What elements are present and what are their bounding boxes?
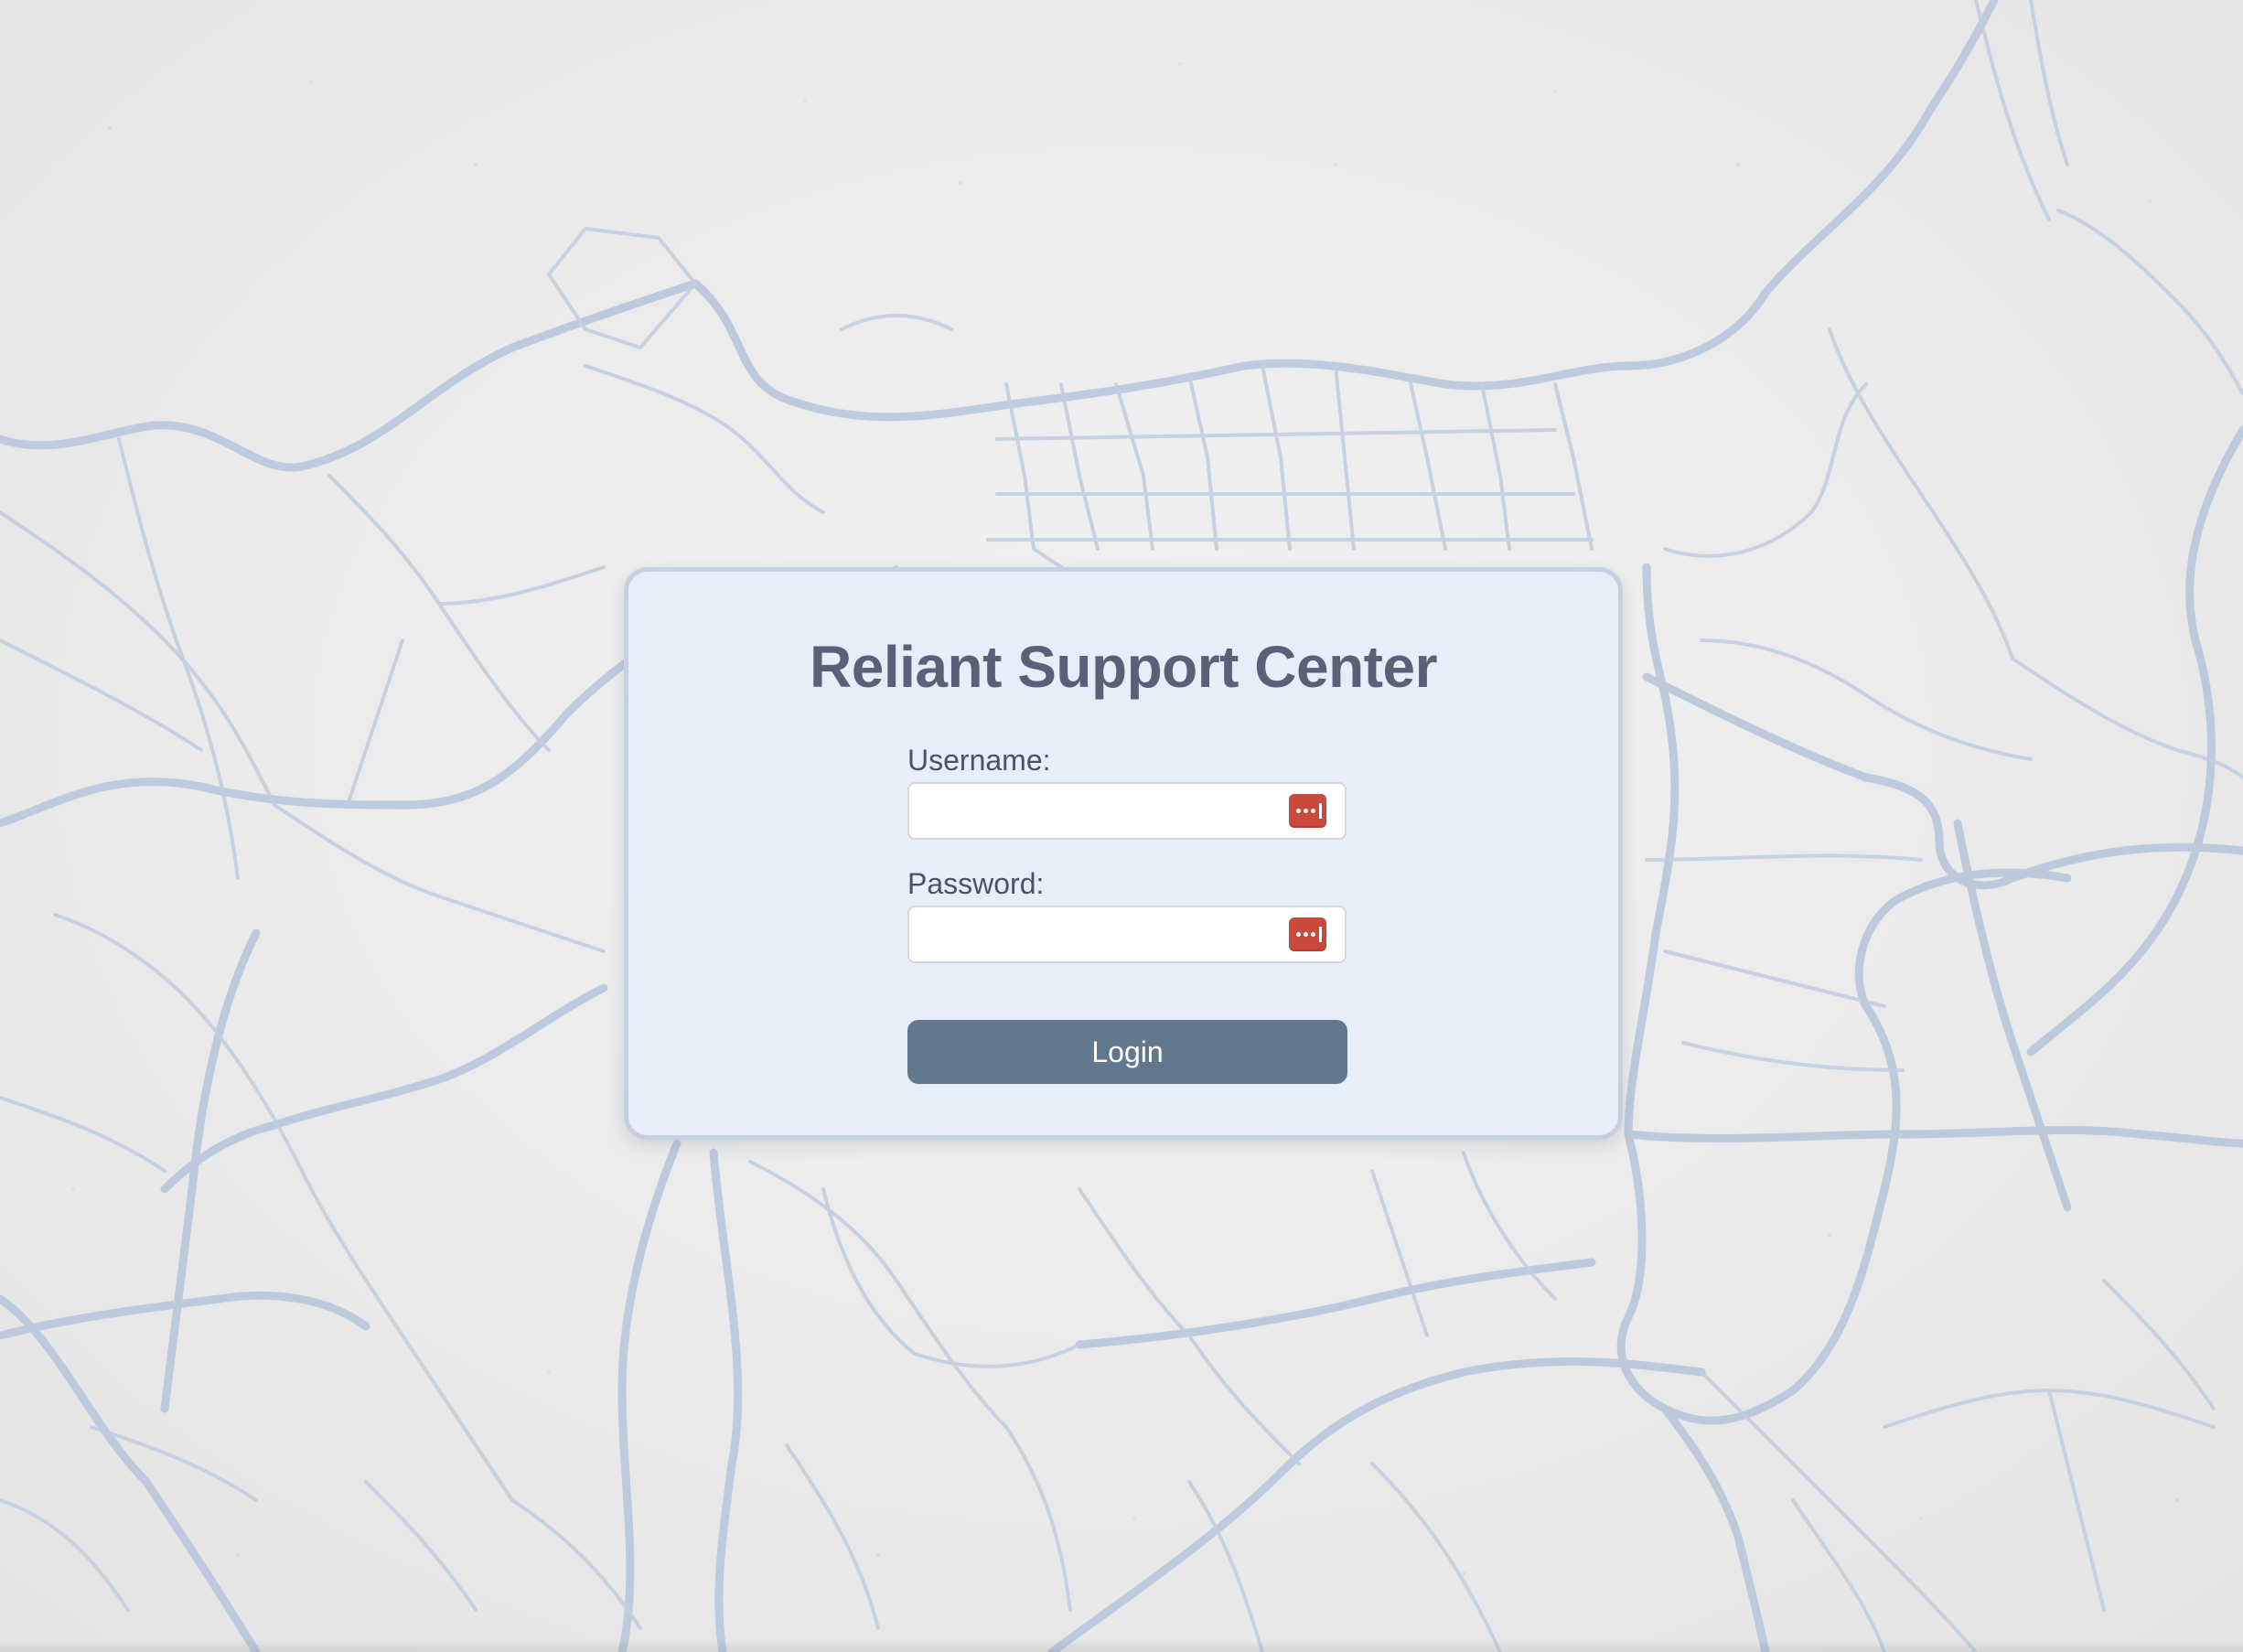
username-input[interactable] [909,784,1295,838]
login-button[interactable]: Login [907,1020,1347,1084]
password-manager-icon[interactable] [1289,794,1326,828]
password-label: Password: [907,867,1045,900]
window-bottom-edge [0,1639,2243,1652]
username-field[interactable] [907,782,1347,840]
password-field[interactable] [907,906,1347,963]
password-input[interactable] [909,907,1295,961]
password-manager-icon[interactable] [1289,917,1326,951]
login-card: Reliant Support Center Username: Passwor… [624,567,1623,1140]
page-title: Reliant Support Center [810,634,1437,700]
username-label: Username: [907,744,1051,777]
